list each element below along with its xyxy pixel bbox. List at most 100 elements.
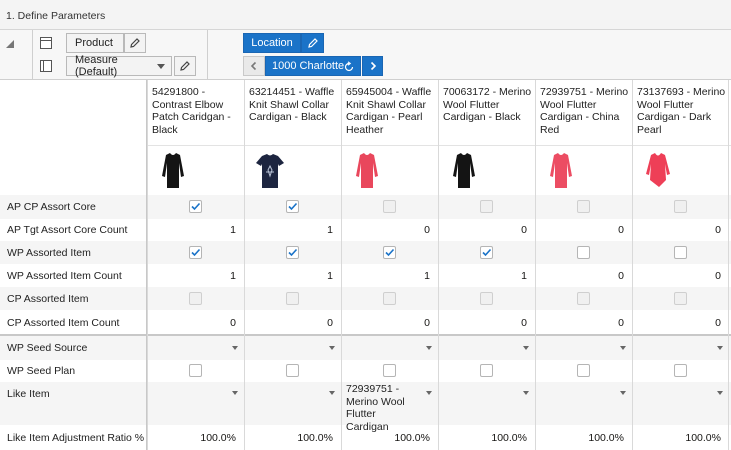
checkbox[interactable] — [189, 200, 202, 213]
checkbox[interactable] — [189, 246, 202, 259]
dropdown-caret-icon[interactable] — [523, 346, 529, 350]
column-header-item-4[interactable]: 70063172 - Merino Wool Flutter Cardigan - … — [443, 86, 532, 124]
checkbox[interactable] — [383, 364, 396, 377]
checkbox — [674, 292, 687, 305]
toolbar-divider — [32, 30, 33, 80]
like-item-value[interactable]: 72939751 - Merino Wool Flutter Cardigan — [346, 383, 421, 433]
cell-value[interactable]: 100.0% — [447, 432, 527, 444]
column-header-line: Knit Shawl Collar — [346, 98, 426, 111]
table-row — [0, 195, 731, 219]
dropdown-caret-icon[interactable] — [717, 346, 723, 350]
checkbox[interactable] — [286, 200, 299, 213]
cell-value[interactable]: 100.0% — [641, 432, 721, 444]
cell-value[interactable]: 0 — [447, 317, 527, 329]
checkbox-check-icon — [191, 248, 201, 257]
checkbox-check-icon — [288, 202, 298, 211]
cell-value[interactable]: 100.0% — [156, 432, 236, 444]
layout-rows-icon[interactable] — [40, 37, 52, 49]
row-label: Like Item — [7, 388, 50, 400]
checkbox — [383, 292, 396, 305]
column-header-line: Patch Caridgan - — [152, 111, 231, 123]
cell-value[interactable]: 100.0% — [253, 432, 333, 444]
dropdown-caret-icon[interactable] — [232, 346, 238, 350]
previous-location-button[interactable] — [243, 56, 265, 76]
dropdown-caret-icon[interactable] — [426, 391, 432, 395]
row-label: Like Item Adjustment Ratio % — [7, 432, 145, 444]
location-label: Location — [251, 37, 293, 49]
checkbox — [480, 292, 493, 305]
row-label: AP CP Assort Core — [7, 201, 96, 213]
cell-value[interactable]: 0 — [641, 270, 721, 282]
layout-columns-icon[interactable] — [40, 60, 52, 72]
cell-value[interactable]: 0 — [447, 224, 527, 236]
location-value: 1000 Charlotte — [272, 60, 345, 72]
collapse-corner-icon[interactable] — [6, 40, 14, 48]
column-header-item-6[interactable]: 73137693 - Merino Wool Flutter Cardigan - … — [637, 86, 726, 136]
cell-value[interactable]: 0 — [544, 270, 624, 282]
cell-value[interactable]: 0 — [253, 317, 333, 329]
column-header-item-1[interactable]: 54291800 - Contrast Elbow Patch Caridgan -… — [152, 86, 241, 136]
cell-value[interactable]: 1 — [156, 270, 236, 282]
cell-value[interactable]: 0 — [544, 317, 624, 329]
checkbox[interactable] — [674, 246, 687, 259]
checkbox[interactable] — [674, 364, 687, 377]
dropdown-caret-icon[interactable] — [426, 346, 432, 350]
dropdown-caret-icon[interactable] — [620, 391, 626, 395]
product-thumbnail — [540, 150, 582, 192]
column-header-item-2[interactable]: 63214451 - Waffle Knit Shawl Collar Cardig… — [249, 86, 338, 124]
checkbox[interactable] — [480, 364, 493, 377]
cell-value[interactable]: 1 — [447, 270, 527, 282]
dropdown-caret-icon[interactable] — [620, 346, 626, 350]
cell-value[interactable]: 100.0% — [350, 432, 430, 444]
product-thumbnail — [152, 150, 194, 192]
cell-value[interactable]: 100.0% — [544, 432, 624, 444]
dropdown-caret-icon[interactable] — [329, 346, 335, 350]
edit-measure-button[interactable] — [174, 56, 196, 76]
cell-value[interactable]: 0 — [641, 317, 721, 329]
edit-product-button[interactable] — [124, 33, 146, 53]
checkbox[interactable] — [189, 364, 202, 377]
cell-value[interactable]: 0 — [350, 317, 430, 329]
location-dimension-button[interactable]: Location — [243, 33, 301, 53]
column-header-line: Pearl — [637, 123, 662, 136]
checkbox — [286, 292, 299, 305]
checkbox — [577, 292, 590, 305]
checkbox — [189, 292, 202, 305]
column-header-item-3[interactable]: 65945004 - Waffle Knit Shawl Collar Cardig… — [346, 86, 435, 136]
column-header-line: Red — [540, 123, 560, 136]
checkbox[interactable] — [383, 246, 396, 259]
cell-value[interactable]: 0 — [641, 224, 721, 236]
cell-value[interactable]: 1 — [253, 270, 333, 282]
checkbox[interactable] — [286, 246, 299, 259]
row-label: WP Assorted Item — [7, 247, 91, 259]
cell-value[interactable]: 0 — [544, 224, 624, 236]
refresh-icon[interactable] — [343, 61, 355, 73]
location-member-select[interactable]: 1000 Charlotte — [265, 56, 361, 76]
checkbox[interactable] — [286, 364, 299, 377]
column-header-line: 54291800 - — [152, 86, 206, 98]
dropdown-caret-icon[interactable] — [329, 391, 335, 395]
edit-location-button[interactable] — [301, 33, 324, 53]
checkbox[interactable] — [577, 246, 590, 259]
column-header-item-5[interactable]: 72939751 - Merino Wool Flutter Cardigan - … — [540, 86, 629, 136]
column-header-line: Cardigan - Black — [249, 111, 327, 123]
product-dimension-button[interactable]: Product — [66, 33, 124, 53]
cell-value[interactable]: 0 — [350, 224, 430, 236]
cell-value[interactable]: 1 — [350, 270, 430, 282]
dropdown-caret-icon[interactable] — [717, 391, 723, 395]
checkbox[interactable] — [480, 246, 493, 259]
cell-value[interactable]: 1 — [156, 224, 236, 236]
measure-dimension-select[interactable]: Measure (Default) — [66, 54, 172, 78]
row-label: CP Assorted Item — [7, 293, 89, 305]
section-divider — [0, 334, 731, 336]
column-header-line: 63214451 - Waffle — [249, 86, 335, 98]
column-header-line: Contrast Elbow — [152, 98, 224, 111]
cell-value[interactable]: 1 — [253, 224, 333, 236]
table-row — [0, 241, 731, 264]
checkbox[interactable] — [577, 364, 590, 377]
next-location-button[interactable] — [362, 56, 383, 76]
dropdown-caret-icon[interactable] — [523, 391, 529, 395]
pencil-icon — [307, 38, 318, 48]
cell-value[interactable]: 0 — [156, 317, 236, 329]
dropdown-caret-icon[interactable] — [232, 391, 238, 395]
